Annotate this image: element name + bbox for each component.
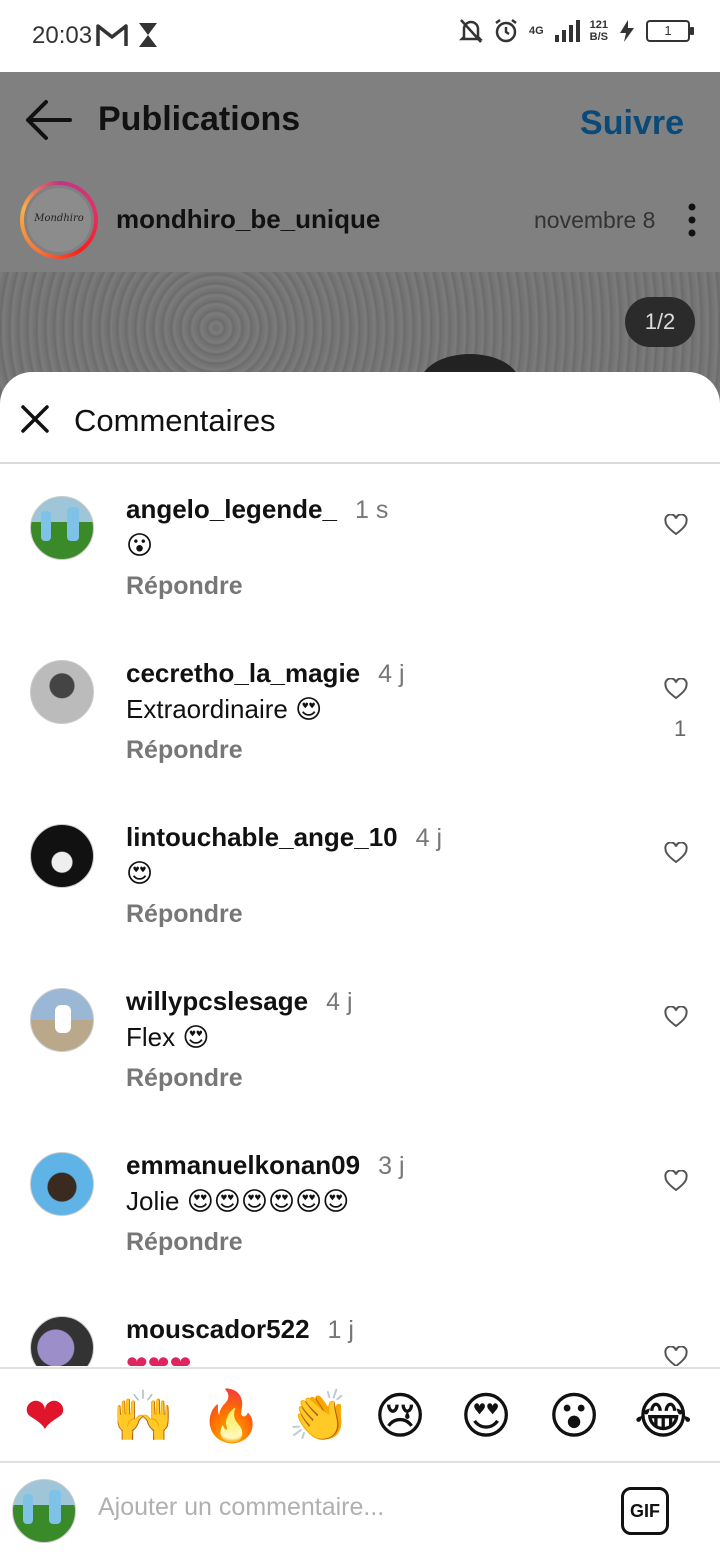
comment-time: 1 s: [354, 496, 389, 524]
heart-icon[interactable]: [664, 1346, 688, 1366]
like-count: 1: [674, 716, 687, 741]
post-date: novembre 8: [534, 207, 656, 233]
comment-username-row: lintouchable_ange_10 4 j: [126, 822, 442, 853]
avatar: [12, 1479, 76, 1543]
speed-unit: B/S: [589, 31, 608, 43]
heart-icon[interactable]: [664, 514, 688, 536]
gif-button[interactable]: GIF: [621, 1487, 669, 1535]
comment-time: 4 j: [378, 660, 405, 688]
mute-notification-icon: [458, 19, 483, 43]
comment-time: 4 j: [415, 824, 443, 852]
comment-username[interactable]: cecretho_la_magie: [126, 658, 360, 688]
hourglass-icon: [139, 23, 157, 47]
follow-button[interactable]: Suivre: [580, 104, 684, 143]
status-bar: 20:03 4G 121 B/S 1: [0, 0, 720, 72]
quick-emoji-bar: ❤ 🙌 🔥 👏 😢 😍 😮 😂: [0, 1367, 720, 1463]
heart-icon[interactable]: [664, 1170, 688, 1192]
comments-title: Commentaires: [74, 403, 276, 438]
comment-text: 😮: [126, 530, 154, 560]
page-title: Publications: [98, 100, 301, 138]
comment-input-row: GIF: [0, 1465, 720, 1560]
comment-username[interactable]: lintouchable_ange_10: [126, 822, 398, 852]
close-icon[interactable]: [20, 404, 50, 434]
comment-input[interactable]: [98, 1493, 598, 1522]
emoji-heart-eyes-button[interactable]: 😍: [460, 1387, 512, 1445]
alarm-icon: [495, 19, 517, 43]
comment-text: Jolie 😍😍😍😍😍😍: [126, 1186, 350, 1216]
gmail-icon: [96, 24, 128, 46]
avatar-logo-text: Mondhiro: [27, 188, 91, 252]
heart-icon[interactable]: [664, 1006, 688, 1028]
reply-button[interactable]: Répondre: [126, 900, 243, 929]
speed-value: 121: [589, 19, 608, 31]
comment-username-row: emmanuelkonan09 3 j: [126, 1150, 405, 1181]
reply-button[interactable]: Répondre: [126, 1228, 243, 1257]
comment-time: 4 j: [326, 988, 353, 1016]
network-speed: 121 B/S: [590, 19, 608, 43]
avatar[interactable]: [30, 1152, 94, 1216]
heart-icon[interactable]: [664, 678, 688, 700]
network-type: 4G: [528, 25, 544, 37]
comment-username-row: angelo_legende_ 1 s: [126, 494, 388, 525]
comment-username-row: mouscador522 1 j: [126, 1314, 354, 1345]
emoji-crying-button[interactable]: 😢: [374, 1387, 426, 1445]
post-username[interactable]: mondhiro_be_unique: [116, 204, 380, 235]
battery-indicator: 1: [646, 20, 694, 42]
comments-sheet: Commentaires angelo_legende_ 1 s 😮 Répond…: [0, 372, 720, 1560]
emoji-laughing-button[interactable]: 😂: [634, 1387, 692, 1445]
comment-username-row: cecretho_la_magie 4 j: [126, 658, 405, 689]
comment-time: 1 j: [327, 1316, 354, 1344]
comment-username[interactable]: mouscador522: [126, 1314, 310, 1344]
comment-text: 😍: [126, 858, 154, 888]
avatar[interactable]: [30, 824, 94, 888]
status-time: 20:03: [32, 22, 93, 49]
signal-icon: [554, 20, 580, 42]
avatar[interactable]: [30, 988, 94, 1052]
post-author-avatar[interactable]: Mondhiro: [20, 181, 98, 259]
heart-icon[interactable]: [664, 842, 688, 864]
carousel-page-indicator: 1/2: [625, 297, 695, 347]
reply-button[interactable]: Répondre: [126, 736, 243, 765]
comment-item: cecretho_la_magie 4 j Extraordinaire 😍 Ré…: [0, 630, 720, 794]
comment-text: Flex 😍: [126, 1022, 210, 1052]
comment-text: ❤❤❤: [126, 1350, 192, 1366]
reply-button[interactable]: Répondre: [126, 572, 243, 601]
more-options-icon[interactable]: [682, 200, 702, 240]
comment-item: emmanuelkonan09 3 j Jolie 😍😍😍😍😍😍 Répondre: [0, 1122, 720, 1286]
emoji-heart-button[interactable]: ❤: [24, 1387, 66, 1445]
comments-sheet-header: Commentaires: [0, 372, 720, 464]
comment-text: Extraordinaire 😍: [126, 694, 323, 724]
comment-username-row: willypcslesage 4 j: [126, 986, 353, 1017]
back-arrow-icon[interactable]: [24, 98, 72, 142]
comment-item: mouscador522 1 j ❤❤❤: [0, 1286, 720, 1366]
comment-username[interactable]: emmanuelkonan09: [126, 1150, 360, 1180]
comment-username[interactable]: angelo_legende_: [126, 494, 337, 524]
comment-time: 3 j: [378, 1152, 405, 1180]
comments-list: angelo_legende_ 1 s 😮 Répondre cecretho_l…: [0, 466, 720, 1366]
charging-icon: [620, 20, 634, 42]
emoji-raised-hands-button[interactable]: 🙌: [112, 1387, 174, 1445]
avatar[interactable]: [30, 1316, 94, 1366]
avatar[interactable]: [30, 660, 94, 724]
comment-username[interactable]: willypcslesage: [126, 986, 308, 1016]
emoji-surprised-button[interactable]: 😮: [548, 1387, 600, 1445]
emoji-clap-button[interactable]: 👏: [288, 1387, 350, 1445]
reply-button[interactable]: Répondre: [126, 1064, 243, 1093]
comment-item: willypcslesage 4 j Flex 😍 Répondre: [0, 958, 720, 1122]
avatar[interactable]: [30, 496, 94, 560]
comment-item: angelo_legende_ 1 s 😮 Répondre: [0, 466, 720, 630]
emoji-fire-button[interactable]: 🔥: [200, 1387, 262, 1445]
comment-item: lintouchable_ange_10 4 j 😍 Répondre: [0, 794, 720, 958]
